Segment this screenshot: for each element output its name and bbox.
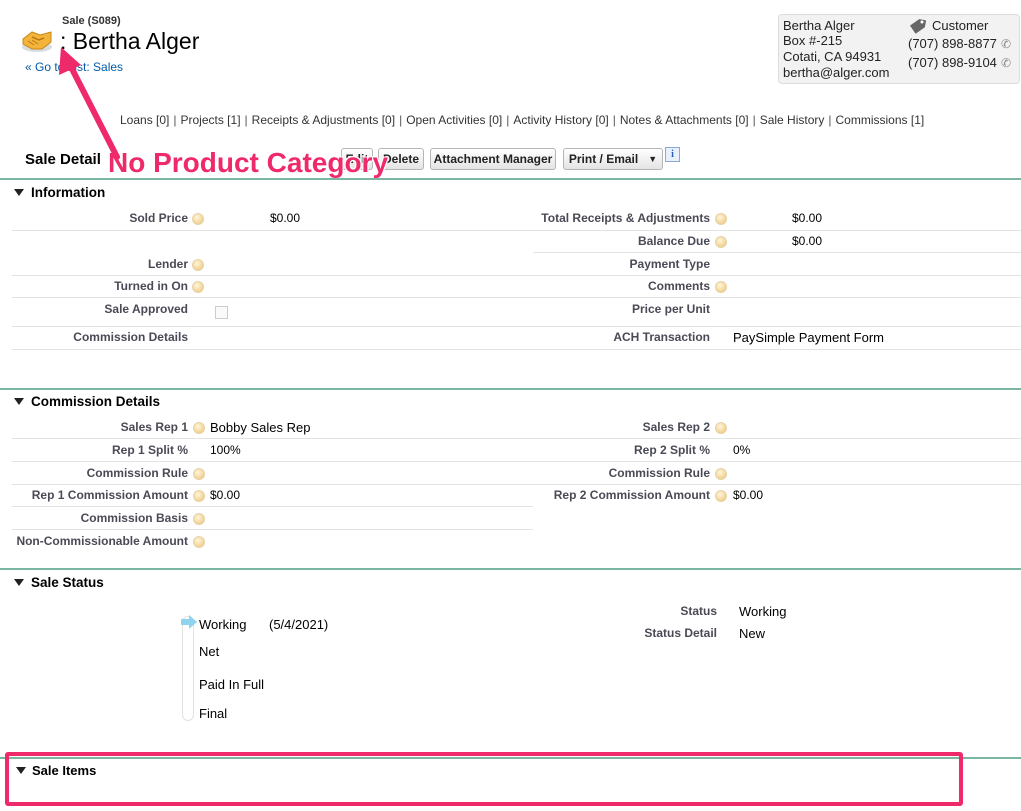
annotation-arrow (59, 47, 120, 160)
stage-working-date: (5/4/2021) (269, 617, 329, 632)
status-value: Working (739, 604, 787, 619)
section-header-sale-status: Sale Status (31, 575, 104, 590)
info-icon[interactable]: i (665, 147, 680, 162)
rep-1-split-value: 100% (210, 443, 241, 457)
status-label: Status (680, 604, 717, 618)
link-separator: | (173, 113, 177, 127)
payment-type-label: Payment Type (629, 257, 710, 271)
phone-icon[interactable]: ✆ (1001, 37, 1011, 51)
sale-approved-checkbox (215, 306, 228, 319)
paysimple-link[interactable]: PaySimple Payment Form (733, 330, 884, 345)
stage-paid-in-full: Paid In Full (199, 677, 265, 692)
related-link[interactable]: Activity History [0] (513, 113, 608, 127)
help-icon[interactable] (193, 490, 205, 502)
link-separator: | (612, 113, 616, 127)
contact-email-link[interactable]: bertha@alger.com (783, 65, 889, 80)
link-separator: | (399, 113, 403, 127)
current-stage-arrow-icon (180, 614, 198, 633)
contact-address-line1[interactable]: Box #-215 (783, 33, 842, 48)
collapse-triangle-icon[interactable] (14, 579, 24, 586)
help-icon[interactable] (192, 213, 204, 225)
turned-in-label: Turned in On (114, 279, 188, 293)
collapse-triangle-icon[interactable] (14, 189, 24, 196)
help-icon[interactable] (192, 281, 204, 293)
stage-net: Net (199, 644, 220, 659)
link-separator: | (506, 113, 510, 127)
section-header-commission: Commission Details (31, 394, 161, 409)
sales-rep-2-label: Sales Rep 2 (642, 420, 710, 434)
rep-1-amount-value: $0.00 (210, 488, 241, 502)
contact-phone-2: (707) 898-9104 (908, 55, 997, 70)
contact-type: Customer (932, 18, 989, 33)
related-link[interactable]: Receipts & Adjustments [0] (252, 113, 395, 127)
status-detail-value: New (739, 626, 766, 641)
collapse-triangle-icon[interactable] (14, 398, 24, 405)
help-icon[interactable] (715, 213, 727, 225)
sale-approved-label: Sale Approved (104, 302, 188, 316)
contact-address-line2[interactable]: Cotati, CA 94931 (783, 49, 881, 64)
help-icon[interactable] (715, 468, 727, 480)
non-commissionable-label: Non-Commissionable Amount (16, 534, 188, 548)
help-icon[interactable] (715, 236, 727, 248)
total-receipts-value: $0.00 (792, 211, 823, 225)
related-link[interactable]: Projects [1] (181, 113, 241, 127)
sales-rep-1-label: Sales Rep 1 (120, 420, 188, 434)
related-link[interactable]: Notes & Attachments [0] (620, 113, 749, 127)
balance-due-value: $0.00 (792, 234, 823, 248)
sale-icon (20, 23, 54, 55)
contact-phone-1: (707) 898-8877 (908, 36, 997, 51)
tag-icon (909, 18, 927, 37)
related-link[interactable]: Commissions [1] (836, 113, 925, 127)
commission-rule-2-label: Commission Rule (608, 466, 710, 480)
link-separator: | (244, 113, 248, 127)
link-separator: | (828, 113, 832, 127)
annotation-callout: No Product Category (108, 147, 389, 178)
rep-1-split-label: Rep 1 Split % (111, 443, 188, 457)
sold-price-value: $0.00 (270, 211, 301, 225)
link-separator: | (752, 113, 756, 127)
status-detail-label: Status Detail (644, 626, 717, 640)
total-receipts-label: Total Receipts & Adjustments (541, 211, 710, 225)
contact-card: Bertha Alger Box #-215 Cotati, CA 94931 … (778, 14, 1020, 84)
stage-working: Working (199, 617, 247, 632)
help-icon[interactable] (193, 513, 205, 525)
print-email-label: Print / Email (568, 152, 639, 166)
lender-label: Lender (147, 257, 188, 271)
balance-due-label: Balance Due (637, 234, 710, 248)
sold-price-label: Sold Price (129, 211, 188, 225)
price-per-unit-label: Price per Unit (631, 302, 710, 316)
rep-2-amount-label: Rep 2 Commission Amount (553, 488, 710, 502)
help-icon[interactable] (193, 536, 205, 548)
help-icon[interactable] (192, 259, 204, 271)
phone-icon[interactable]: ✆ (1001, 56, 1011, 70)
help-icon[interactable] (715, 281, 727, 293)
help-icon[interactable] (715, 422, 727, 434)
section-header-information: Information (31, 185, 106, 200)
annotation-highlight-box (5, 752, 963, 806)
rep-2-split-label: Rep 2 Split % (633, 443, 710, 457)
stage-final: Final (199, 706, 228, 721)
dropdown-arrow-icon: ▼ (648, 154, 658, 164)
rep-2-amount-value: $0.00 (733, 488, 764, 502)
sales-rep-1-link[interactable]: Bobby Sales Rep (210, 420, 310, 435)
ach-transaction-label: ACH Transaction (613, 330, 710, 344)
commission-details-label: Commission Details (73, 330, 188, 344)
attachment-manager-button[interactable]: Attachment Manager (430, 148, 556, 170)
comments-label: Comments (647, 279, 710, 293)
section-header-sale-items: Sale Items (32, 763, 97, 778)
rep-2-split-value: 0% (733, 443, 751, 457)
related-links-bar: Loans [0] | Projects [1] | Receipts & Adjust… (116, 113, 928, 127)
print-email-button[interactable]: Print / Email ▼ (563, 148, 663, 170)
contact-name: Bertha Alger (783, 18, 855, 33)
related-link[interactable]: Open Activities [0] (406, 113, 502, 127)
object-label: Sale (S089) (62, 15, 121, 27)
help-icon[interactable] (193, 468, 205, 480)
help-icon[interactable] (193, 422, 205, 434)
collapse-triangle-icon[interactable] (16, 767, 26, 774)
help-icon[interactable] (715, 490, 727, 502)
related-link[interactable]: Sale History (760, 113, 825, 127)
commission-basis-label: Commission Basis (80, 511, 188, 525)
commission-rule-1-label: Commission Rule (86, 466, 188, 480)
rep-1-amount-label: Rep 1 Commission Amount (31, 488, 188, 502)
